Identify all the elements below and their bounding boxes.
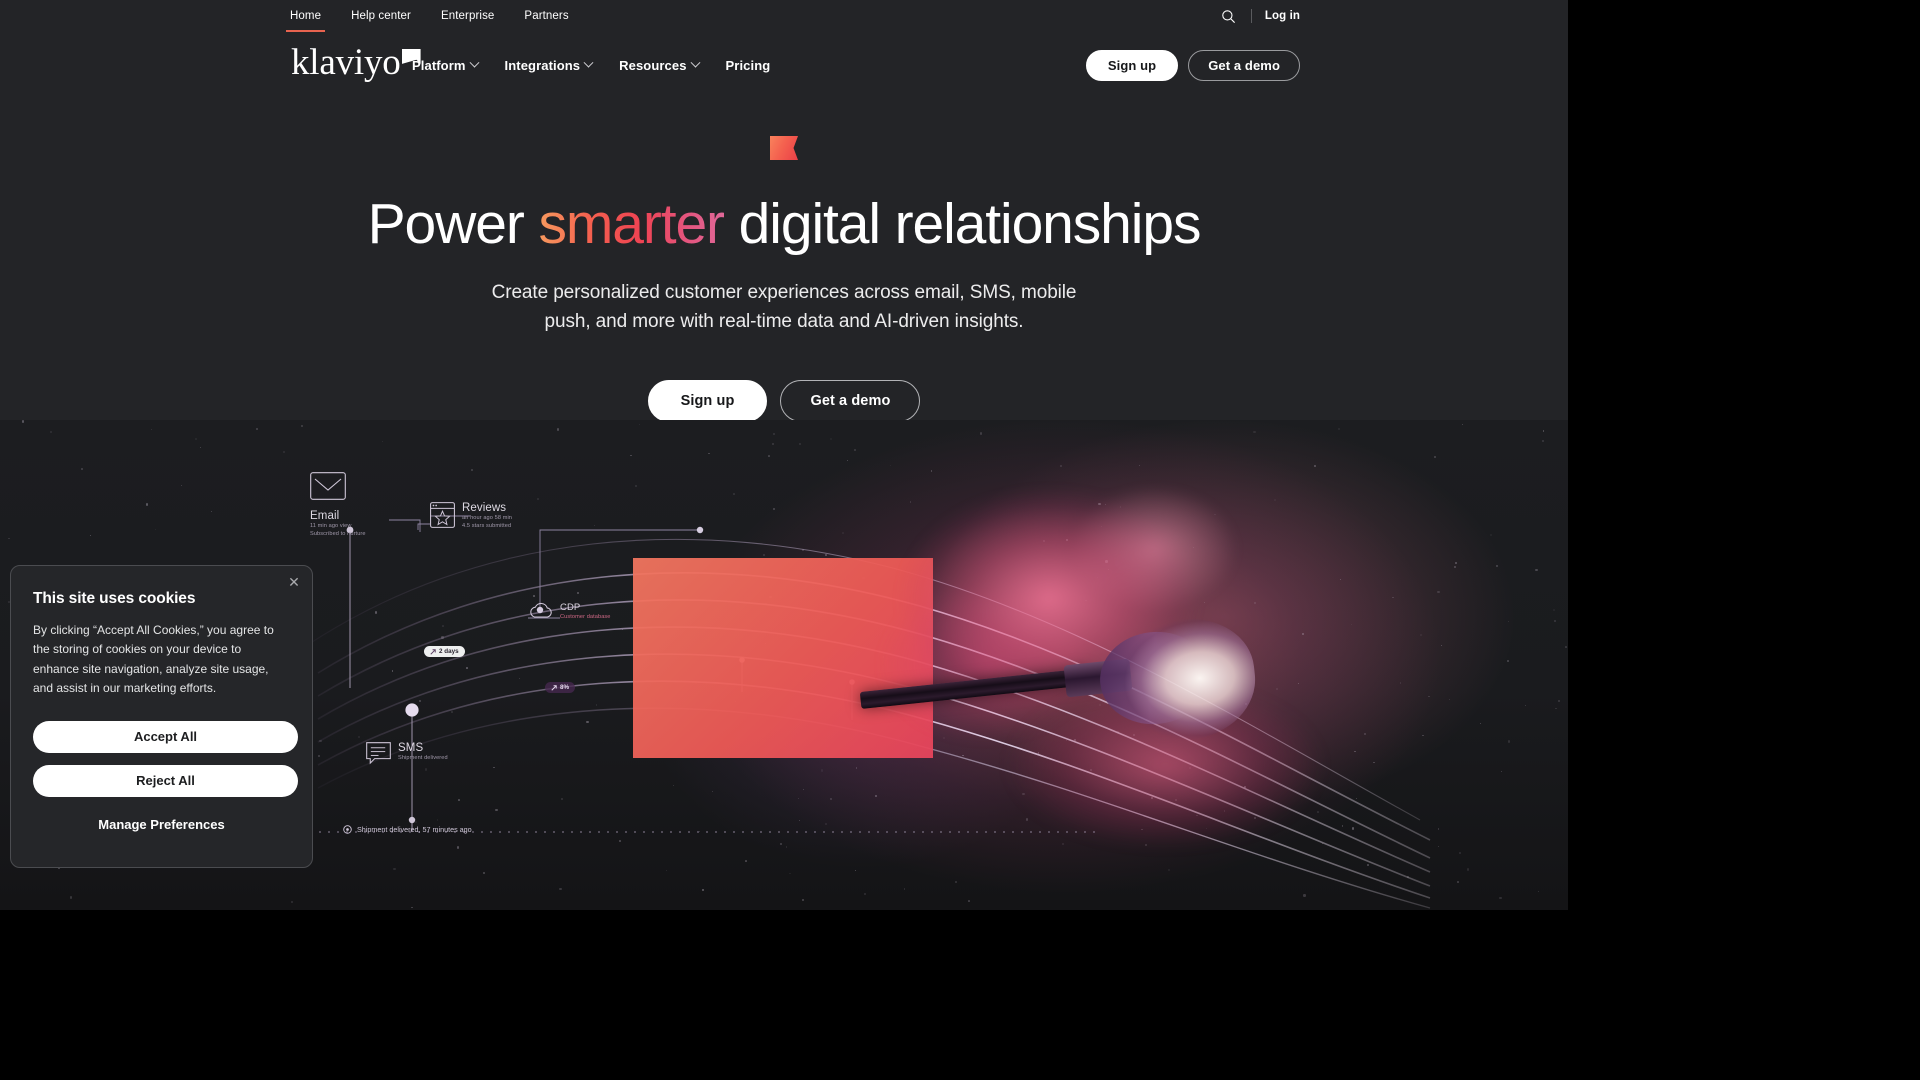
utility-divider <box>1250 9 1252 23</box>
nav-item-label: Integrations <box>504 57 581 73</box>
website-viewport: Home Help center Enterprise Partners Log… <box>0 0 1568 910</box>
flow-node-sub1: Shipment delivered <box>398 755 448 761</box>
hero-demo-button[interactable]: Get a demo <box>780 379 921 422</box>
flow-node-label: Reviews <box>462 502 507 514</box>
main-navigation: klaviyo Platform Integrations Resources <box>0 32 1568 98</box>
flow-footnote: Shipment delivered, 57 minutes ago <box>343 825 472 834</box>
nav-item-label: Resources <box>619 57 687 73</box>
chevron-down-icon <box>583 57 594 68</box>
hero-subheading: Create personalized customer experiences… <box>491 282 1077 333</box>
chevron-down-icon <box>690 57 700 68</box>
nav-item-label: Platform <box>412 57 466 73</box>
nav-item-label: Pricing <box>725 57 771 73</box>
cookie-banner-body: By clicking “Accept All Cookies,” you ag… <box>33 623 274 696</box>
logo-wordmark: klaviyo <box>291 42 401 83</box>
reject-all-button[interactable]: Reject All <box>33 764 298 797</box>
search-icon[interactable] <box>1220 7 1238 25</box>
accept-all-button[interactable]: Accept All <box>33 720 298 753</box>
utility-nav-links: Home Help center Enterprise Partners <box>285 0 569 32</box>
nav-item-integrations[interactable]: Integrations <box>504 57 594 73</box>
flow-node-reviews: Reviews an hour ago 58 min 4.5 stars sub… <box>430 502 512 531</box>
flow-node-label: SMS <box>398 742 424 754</box>
flow-node-sub2: 4.5 stars submitted <box>462 523 512 530</box>
header-demo-button[interactable]: Get a demo <box>1188 49 1300 81</box>
close-icon[interactable]: ✕ <box>286 574 302 590</box>
hero-section: Power smarter digital relationships Crea… <box>0 98 1568 422</box>
page-title: Power smarter digital relationships <box>0 194 1568 254</box>
nav-item-platform[interactable]: Platform <box>412 57 479 73</box>
envelope-icon <box>310 472 346 500</box>
hero-heading-part2: digital relationships <box>723 192 1202 256</box>
page-root: Home Help center Enterprise Partners Log… <box>0 0 1568 910</box>
login-link[interactable]: Log in <box>1265 10 1300 22</box>
manage-preferences-button[interactable]: Manage Preferences <box>33 817 290 832</box>
flow-node-cdp: CDP Customer database <box>528 602 611 621</box>
target-icon <box>343 825 352 834</box>
utility-link-enterprise[interactable]: Enterprise <box>441 0 494 32</box>
flow-node-sub1: Customer database <box>560 614 611 620</box>
flow-pill-lift: 8% <box>545 682 576 693</box>
flow-node-label: Email <box>310 510 340 522</box>
makeup-brush-graphic <box>800 450 1380 880</box>
header-signup-button[interactable]: Sign up <box>1085 49 1179 81</box>
flag-icon <box>770 136 798 160</box>
flow-footnote-label: Shipment delivered, 57 minutes ago <box>357 825 472 834</box>
flow-node-sub1: 11 min ago view <box>310 523 352 529</box>
flow-node-label: CDP <box>560 602 581 613</box>
cookie-consent-banner: ✕ This site uses cookies By clicking “Ac… <box>10 565 313 868</box>
hero-heading-highlight: smarter <box>538 192 725 256</box>
utility-bar: Home Help center Enterprise Partners Log… <box>0 0 1568 32</box>
cookie-banner-title: This site uses cookies <box>33 590 196 607</box>
arrow-up-right-icon <box>430 648 436 655</box>
primary-nav-items: Platform Integrations Resources Pricing <box>412 32 770 98</box>
hero-cta-group: Sign up Get a demo <box>0 379 1568 422</box>
klaviyo-logo[interactable]: klaviyo <box>291 44 421 81</box>
flow-node-sms: SMS Shipment delivered <box>366 742 448 766</box>
hero-signup-button[interactable]: Sign up <box>647 379 768 422</box>
flow-pill-label: 8% <box>560 684 570 691</box>
chevron-down-icon <box>469 57 479 68</box>
message-icon <box>366 742 391 765</box>
arrow-up-right-icon <box>551 684 557 691</box>
utility-link-help-center[interactable]: Help center <box>351 0 411 32</box>
review-star-icon <box>430 502 455 528</box>
utility-link-partners[interactable]: Partners <box>524 0 568 32</box>
flow-node-email: Email 11 min ago view Subscribed to nurt… <box>310 472 366 539</box>
flow-pill-label: 2 days <box>439 648 459 655</box>
flow-node-sub1: an hour ago 58 min <box>462 515 513 521</box>
flow-node-sub2: Subscribed to nurture <box>310 531 366 538</box>
utility-link-home[interactable]: Home <box>285 0 326 32</box>
header-cta-group: Sign up Get a demo <box>1085 32 1300 98</box>
hero-badge <box>0 136 1568 160</box>
hero-heading-part1: Power <box>367 192 539 256</box>
nav-item-resources[interactable]: Resources <box>619 57 700 73</box>
cloud-icon <box>530 602 552 618</box>
nav-item-pricing[interactable]: Pricing <box>726 58 771 73</box>
utility-bar-right: Log in <box>1220 0 1300 32</box>
flow-pill-delay: 2 days <box>424 646 465 657</box>
